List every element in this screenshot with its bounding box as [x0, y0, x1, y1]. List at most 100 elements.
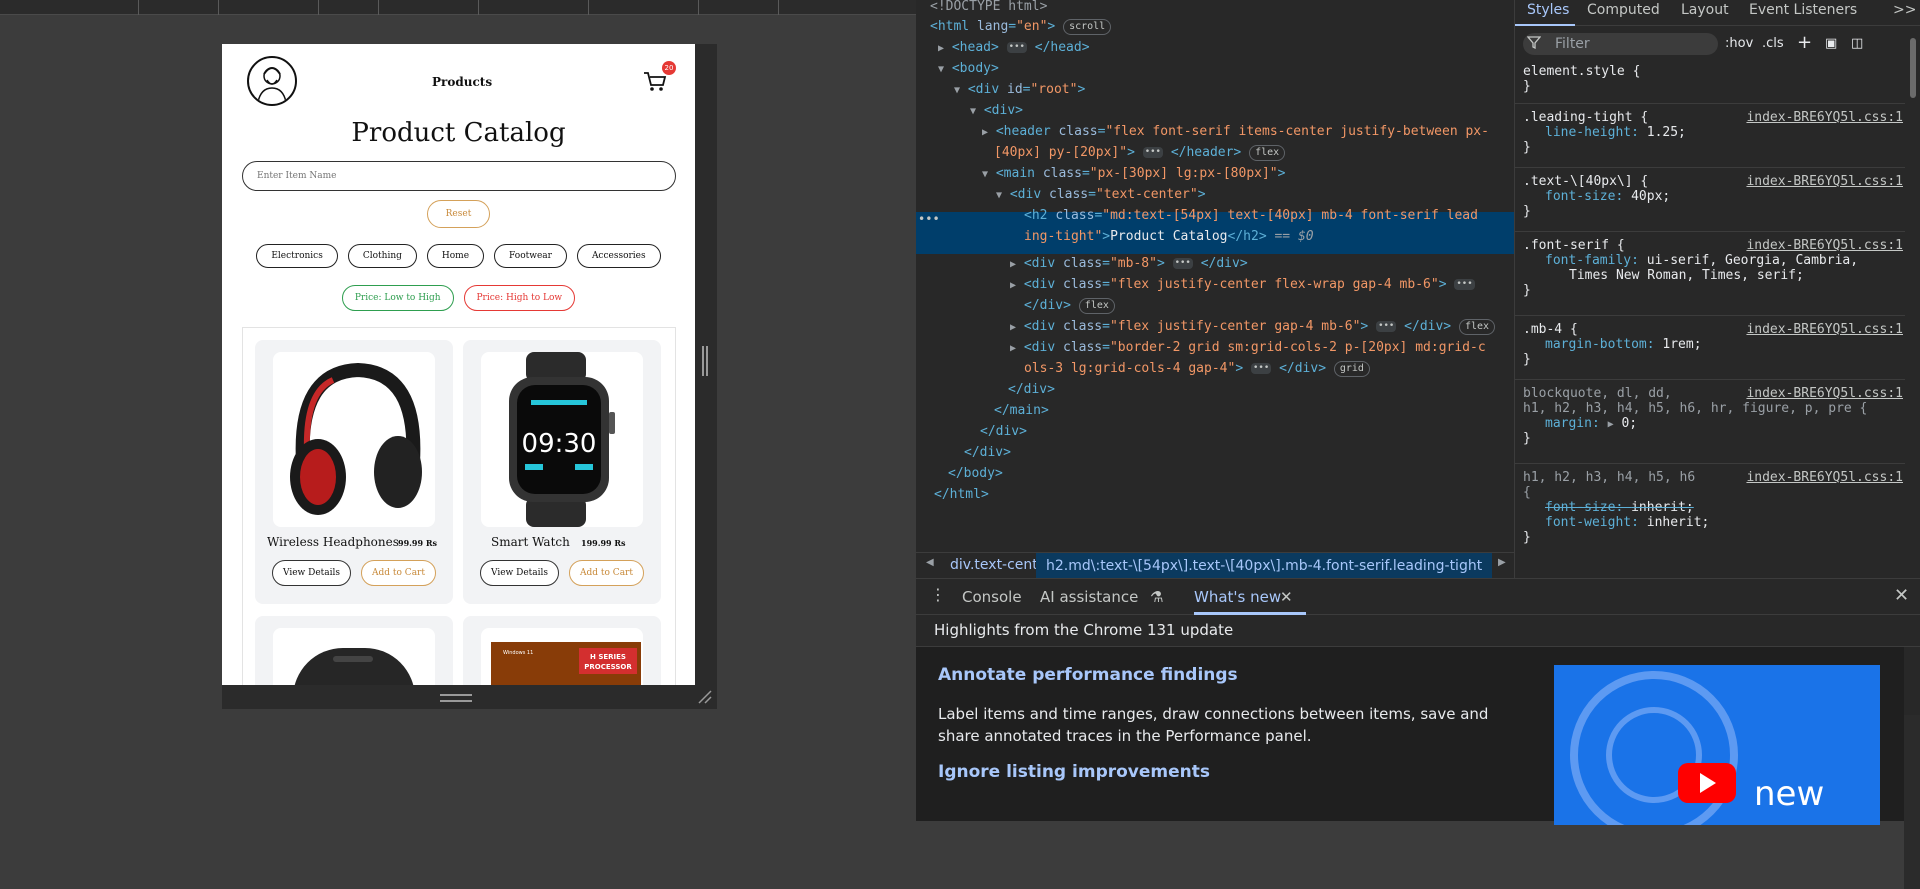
- whats-new-heading[interactable]: Annotate performance findings: [938, 665, 1238, 685]
- sort-low-to-high-button[interactable]: Price: Low to High: [341, 285, 454, 311]
- more-tabs-icon[interactable]: >>: [1893, 2, 1916, 18]
- styles-panel: Styles Computed Layout Event Listeners >…: [1514, 0, 1920, 578]
- tab-layout[interactable]: Layout: [1681, 2, 1729, 18]
- category-clothing[interactable]: Clothing: [347, 244, 417, 268]
- dom-line[interactable]: ▶ <header class="flex font-serif items-c…: [982, 122, 1489, 142]
- nav-products-link[interactable]: Products: [432, 75, 492, 89]
- paint-icon[interactable]: ▣: [1825, 36, 1837, 51]
- reset-button[interactable]: Reset: [427, 200, 490, 228]
- styles-toolbar: Filter :hov .cls + ▣ ◫: [1515, 30, 1920, 58]
- resize-handle-right[interactable]: [702, 346, 708, 376]
- tab-styles[interactable]: Styles: [1527, 2, 1569, 18]
- hov-toggle[interactable]: :hov: [1725, 36, 1753, 51]
- style-rule[interactable]: element.style { }: [1515, 62, 1905, 104]
- product-name: Wireless Headphones: [267, 535, 399, 549]
- dom-line-selected[interactable]: ing-tight">Product Catalog</h2> == $0: [1024, 227, 1314, 247]
- scroll-badge: scroll: [1063, 18, 1112, 35]
- dom-line[interactable]: </html>: [934, 485, 989, 505]
- smartwatch-icon: 09:30: [481, 352, 643, 527]
- category-home[interactable]: Home: [426, 244, 485, 268]
- tab-computed[interactable]: Computed: [1587, 2, 1660, 18]
- dom-line[interactable]: </div>: [980, 422, 1027, 442]
- tab-whats-new[interactable]: What's new: [1194, 588, 1281, 606]
- dom-line[interactable]: ▶ <div class="flex justify-center flex-w…: [1010, 275, 1475, 295]
- product-card: 09:30 Smart Watch 199.99 Rs View Details…: [463, 340, 661, 604]
- dom-line-selected[interactable]: <h2 class="md:text-[54px] text-[40px] mb…: [1024, 206, 1478, 226]
- styles-scrollbar[interactable]: [1907, 30, 1919, 570]
- tab-console[interactable]: Console: [962, 588, 1022, 606]
- stylesheet-link: index-BRE6YQ5l.css:1: [1746, 386, 1903, 401]
- close-drawer-icon[interactable]: ✕: [1894, 585, 1909, 606]
- product-card: Wireless Headphones 99.99 Rs View Detail…: [255, 340, 453, 604]
- add-rule-icon[interactable]: +: [1797, 32, 1812, 53]
- dom-line[interactable]: </div> flex: [1024, 296, 1115, 316]
- product-card: [255, 616, 453, 685]
- resize-corner-icon[interactable]: [697, 689, 713, 705]
- stylesheet-link: index-BRE6YQ5l.css:1: [1746, 110, 1903, 125]
- dom-line[interactable]: ▼ <div id="root">: [954, 80, 1085, 100]
- dom-line[interactable]: ▼ <div class="text-center">: [996, 185, 1206, 205]
- drawer-menu-icon[interactable]: ⋮: [930, 585, 946, 604]
- breadcrumb-scroll-left-icon[interactable]: ◀: [926, 557, 934, 568]
- page-title: Product Catalog: [351, 118, 566, 148]
- whats-new-heading[interactable]: Ignore listing improvements: [938, 762, 1210, 782]
- sidebar-toggle-icon[interactable]: ◫: [1851, 36, 1863, 51]
- product-name: Smart Watch: [491, 535, 570, 549]
- category-accessories[interactable]: Accessories: [576, 244, 661, 268]
- dom-line[interactable]: ▼ <div>: [970, 101, 1023, 121]
- tab-ai-assistance[interactable]: AI assistance: [1040, 588, 1138, 606]
- filter-input[interactable]: Filter: [1523, 33, 1718, 55]
- dom-line[interactable]: ▶ <div class="border-2 grid sm:grid-cols…: [1010, 338, 1486, 358]
- product-grid: Wireless Headphones 99.99 Rs View Detail…: [242, 327, 676, 685]
- breadcrumb-scroll-right-icon[interactable]: ▶: [1498, 557, 1506, 568]
- dom-line[interactable]: </body>: [948, 464, 1003, 484]
- add-to-cart-button[interactable]: Add to Cart: [569, 560, 644, 586]
- node-options-icon[interactable]: •••: [918, 212, 940, 226]
- dom-line[interactable]: <html lang="en"> scroll: [930, 17, 1112, 37]
- dom-line[interactable]: ▶ <div class="flex justify-center gap-4 …: [1010, 317, 1496, 337]
- add-to-cart-button[interactable]: Add to Cart: [361, 560, 436, 586]
- dom-line[interactable]: ▼ <body>: [938, 59, 999, 79]
- laptop-icon: H SERIES PROCESSOR Windows 11: [481, 628, 643, 685]
- style-rule[interactable]: .font-serif { index-BRE6YQ5l.css:1 font-…: [1515, 236, 1905, 316]
- close-tab-icon[interactable]: ✕: [1280, 588, 1293, 606]
- drawer-scrollbar[interactable]: [1904, 715, 1920, 889]
- viewport-ruler: [0, 0, 916, 15]
- product-price: 99.99 Rs: [398, 538, 437, 548]
- breadcrumb-item-selected[interactable]: h2.md\:text-\[54px\].text-\[40px\].mb-4.…: [1036, 553, 1493, 579]
- style-rule[interactable]: .leading-tight { index-BRE6YQ5l.css:1 li…: [1515, 108, 1905, 168]
- product-price: 199.99 Rs: [581, 538, 626, 548]
- headphones-icon: [273, 352, 435, 527]
- device-screen: Products 20 Product Catalog Reset Electr…: [222, 44, 695, 685]
- dom-line[interactable]: </div>: [964, 443, 1011, 463]
- view-details-button[interactable]: View Details: [272, 560, 352, 586]
- view-details-button[interactable]: View Details: [480, 560, 560, 586]
- dom-line[interactable]: </main>: [994, 401, 1049, 421]
- laptop-os-label: Windows 11: [503, 650, 533, 656]
- sort-high-to-low-button[interactable]: Price: High to Low: [463, 285, 576, 311]
- resize-handle-bottom[interactable]: [440, 694, 472, 702]
- search-input[interactable]: [242, 161, 676, 191]
- style-rule[interactable]: blockquote, dl, dd, index-BRE6YQ5l.css:1…: [1515, 384, 1905, 464]
- stylesheet-link: index-BRE6YQ5l.css:1: [1746, 174, 1903, 189]
- product-card: H SERIES PROCESSOR Windows 11: [463, 616, 661, 685]
- category-electronics[interactable]: Electronics: [256, 244, 338, 268]
- dom-line[interactable]: ▶ <head> ••• </head>: [938, 38, 1090, 58]
- style-rule[interactable]: .mb-4 { index-BRE6YQ5l.css:1 margin-bott…: [1515, 320, 1905, 380]
- elements-panel: ••• <!DOCTYPE html> <html lang="en"> scr…: [916, 0, 1514, 579]
- dom-line[interactable]: [40px] py-[20px]"> ••• </header> flex: [994, 143, 1286, 163]
- video-thumbnail[interactable]: new: [1554, 665, 1880, 825]
- logo-avatar[interactable]: [247, 56, 297, 106]
- style-rule[interactable]: .text-\[40px\] { index-BRE6YQ5l.css:1 fo…: [1515, 172, 1905, 232]
- dom-line[interactable]: ols-3 lg:grid-cols-4 gap-4"> ••• </div> …: [1024, 359, 1370, 379]
- dom-line[interactable]: ▼ <main class="px-[30px] lg:px-[80px]">: [982, 164, 1285, 184]
- category-footwear[interactable]: Footwear: [494, 244, 567, 268]
- dom-line[interactable]: ▶ <div class="mb-8"> ••• </div>: [1010, 254, 1248, 274]
- style-rule[interactable]: h1, h2, h3, h4, h5, h6 index-BRE6YQ5l.cs…: [1515, 468, 1905, 568]
- cls-toggle[interactable]: .cls: [1762, 36, 1784, 51]
- dom-line[interactable]: <!DOCTYPE html>: [930, 0, 1047, 17]
- flex-badge: flex: [1458, 318, 1496, 335]
- dom-line[interactable]: </div>: [1008, 380, 1055, 400]
- stylesheet-link: index-BRE6YQ5l.css:1: [1746, 470, 1903, 485]
- tab-event-listeners[interactable]: Event Listeners: [1749, 2, 1857, 18]
